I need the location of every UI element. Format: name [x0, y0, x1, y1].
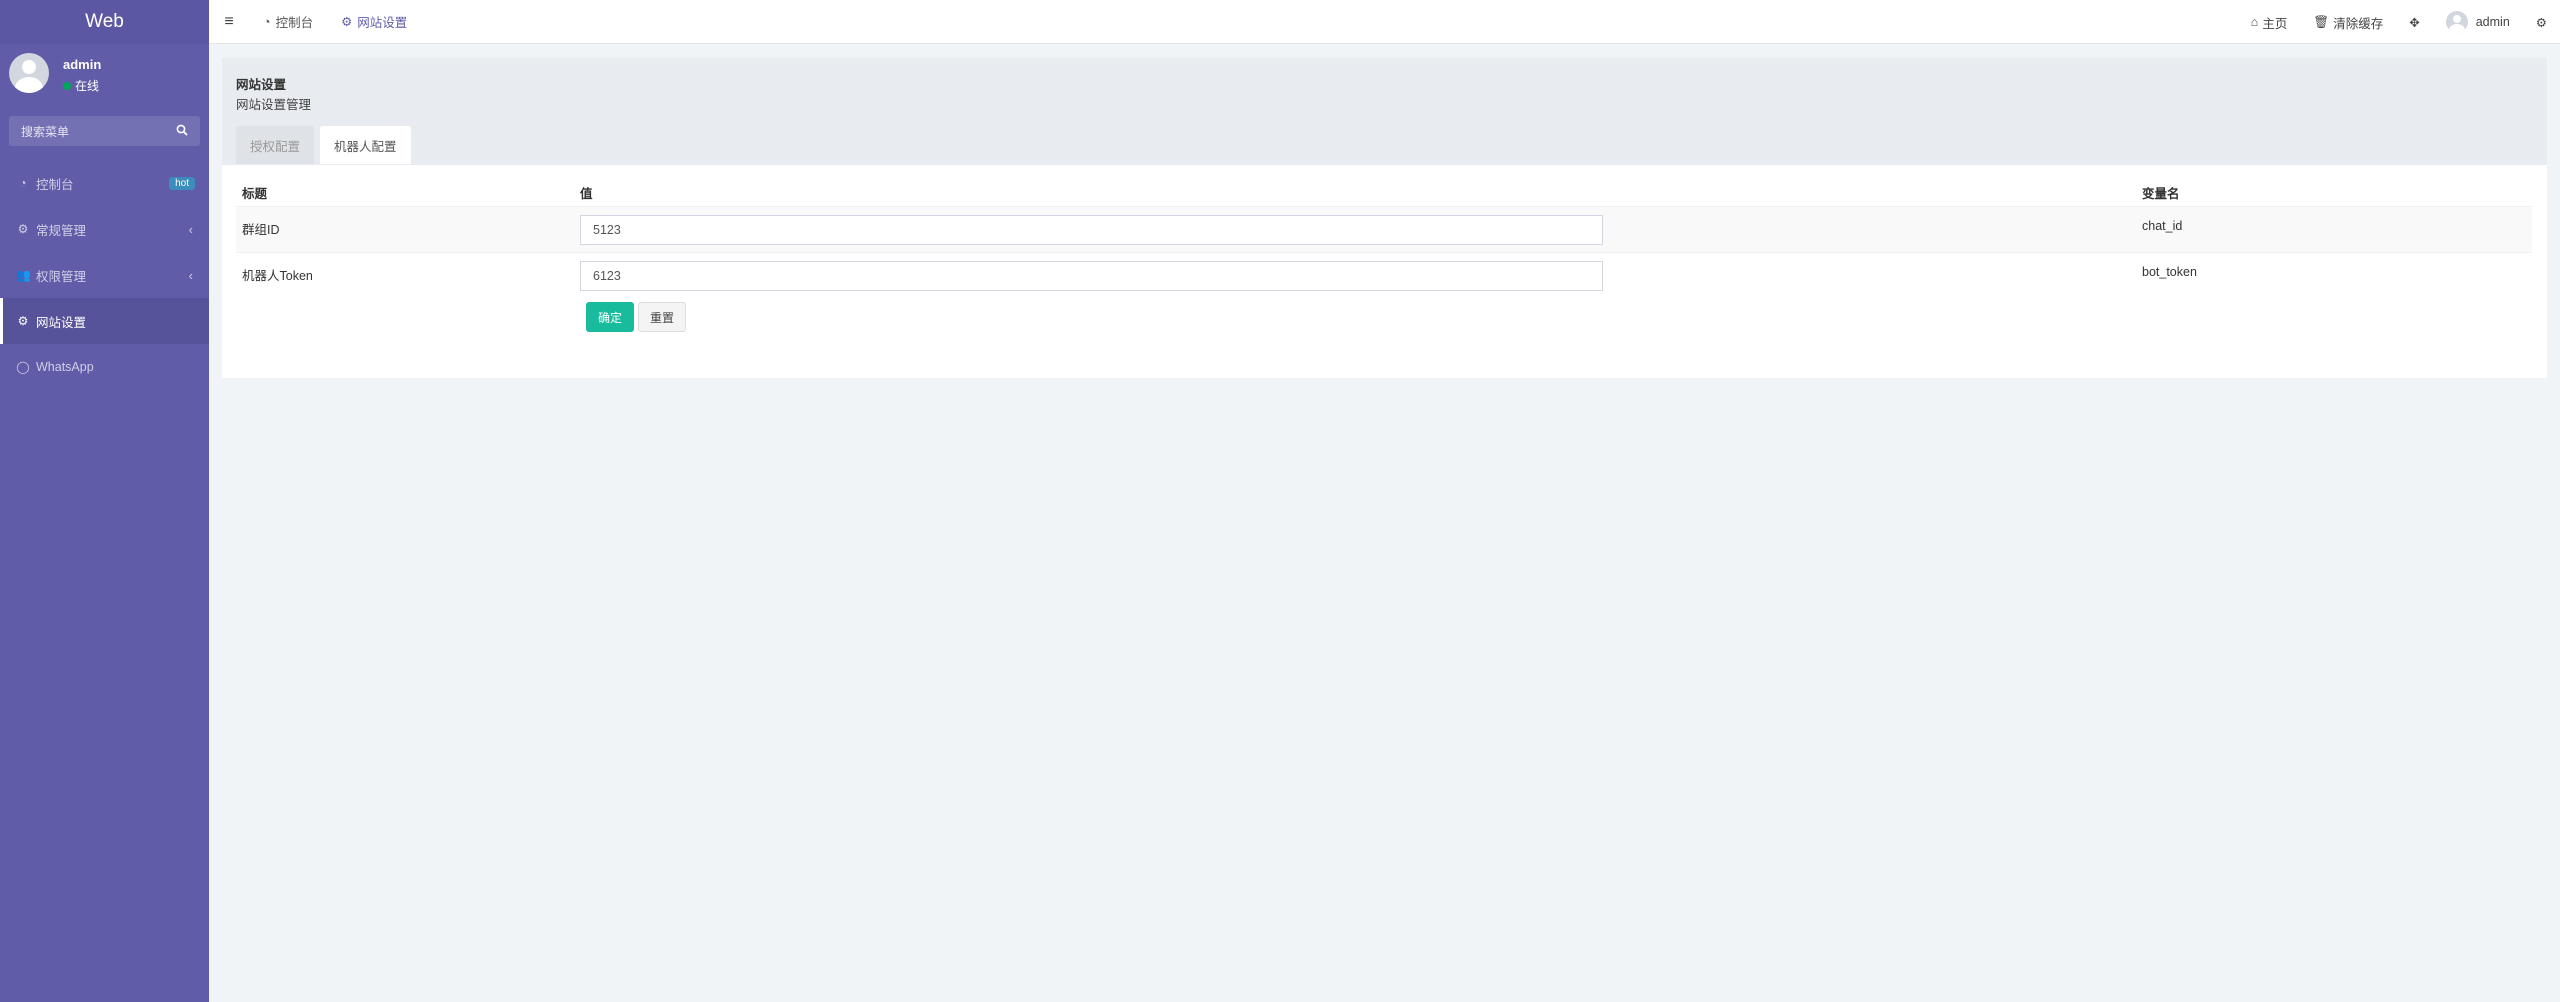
tab-label: 控制台 — [275, 16, 314, 30]
page-subtitle: 网站设置管理 — [236, 98, 312, 112]
tab-dashboard[interactable]: ◔ 控制台 — [249, 0, 327, 44]
panel-header: 网站设置 网站设置管理 授权配置 机器人配置 — [222, 58, 2547, 165]
menu-toggle-icon[interactable]: ≡ — [209, 13, 249, 31]
sidebar-item-permissions[interactable]: 👥 权限管理 ‹ — [0, 252, 209, 298]
row-title: 群组ID — [242, 223, 280, 237]
tab-auth-config[interactable]: 授权配置 — [236, 126, 315, 164]
topbar: ≡ ◔ 控制台 ⚙ 网站设置 ⌂ 主页 🗑 清除缓存 ✥ admin ⚙ — [209, 0, 2560, 44]
main-panel: 网站设置 网站设置管理 授权配置 机器人配置 标题 值 变量名 群组ID 512… — [222, 58, 2547, 378]
sidebar-item-site-settings[interactable]: ⚙ 网站设置 — [0, 298, 209, 344]
row-title: 机器人Token — [242, 269, 313, 283]
user-name: admin — [63, 57, 102, 72]
search-icon[interactable] — [176, 124, 188, 139]
cogs-icon: ⚙ — [341, 15, 353, 29]
logo[interactable]: Web — [0, 0, 209, 44]
config-table: 标题 值 变量名 群组ID 5123 chat_id 机器人Token 6123… — [236, 178, 2532, 332]
sidebar-item-label: 控制台 — [36, 177, 74, 192]
clear-cache-label: 清除缓存 — [2333, 16, 2384, 31]
tab-bot-config[interactable]: 机器人配置 — [320, 126, 411, 164]
user-status-label: 在线 — [75, 79, 100, 93]
table-row: 群组ID 5123 chat_id — [236, 206, 2532, 252]
sidebar-item-label: 常规管理 — [36, 223, 87, 238]
fullscreen-icon[interactable]: ✥ — [2396, 15, 2432, 30]
row-variable: bot_token — [2142, 265, 2197, 279]
tab-label: 网站设置 — [357, 16, 408, 30]
search-placeholder: 搜索菜单 — [21, 124, 70, 139]
row-variable: chat_id — [2142, 219, 2183, 233]
dashboard-icon: ◔ — [263, 14, 271, 29]
dashboard-icon: ◔ — [19, 176, 27, 190]
column-header-value: 值 — [580, 186, 593, 201]
home-link[interactable]: ⌂ 主页 — [2238, 13, 2301, 32]
user-name: admin — [2475, 15, 2510, 29]
submit-button[interactable]: 确定 — [586, 302, 634, 332]
page-title: 网站设置 — [236, 78, 287, 92]
tab-site-settings[interactable]: ⚙ 网站设置 — [327, 0, 421, 44]
cogs-icon: ⚙ — [17, 222, 29, 236]
search-menu-input[interactable]: 搜索菜单 — [9, 116, 200, 146]
sidebar-menu: ◔ 控制台 hot ⚙ 常规管理 ‹ 👥 权限管理 ‹ ⚙ 网站设置 ◯ Wha… — [0, 160, 209, 390]
online-dot-icon — [63, 81, 71, 90]
whatsapp-icon: ◯ — [16, 360, 30, 374]
reset-button[interactable]: 重置 — [638, 302, 686, 332]
sidebar-item-label: 权限管理 — [36, 269, 87, 284]
sidebar: Web admin 在线 搜索菜单 ◔ 控制台 hot ⚙ 常规管理 ‹ 👥 权… — [0, 0, 209, 1002]
home-icon: ⌂ — [2250, 15, 2259, 29]
avatar — [2445, 11, 2468, 33]
avatar — [9, 53, 49, 93]
settings-icon[interactable]: ⚙ — [2523, 15, 2560, 30]
config-tabs: 授权配置 机器人配置 — [236, 126, 417, 164]
cogs-icon: ⚙ — [17, 314, 29, 328]
home-label: 主页 — [2262, 16, 2288, 31]
column-header-variable: 变量名 — [2142, 186, 2180, 201]
trash-icon: 🗑 — [2313, 14, 2330, 29]
chevron-left-icon: ‹ — [188, 221, 193, 237]
user-status: 在线 — [63, 77, 99, 94]
hot-badge: hot — [169, 176, 195, 190]
chat-id-field[interactable]: 5123 — [580, 215, 1603, 245]
topbar-right: ⌂ 主页 🗑 清除缓存 ✥ admin ⚙ — [2238, 0, 2560, 44]
chevron-left-icon: ‹ — [188, 267, 193, 283]
table-header: 标题 值 变量名 — [236, 178, 2532, 206]
users-icon: 👥 — [16, 268, 31, 282]
clear-cache-button[interactable]: 🗑 清除缓存 — [2300, 13, 2396, 32]
sidebar-item-whatsapp[interactable]: ◯ WhatsApp — [0, 344, 209, 390]
user-menu[interactable]: admin — [2433, 11, 2523, 33]
sidebar-item-label: WhatsApp — [36, 360, 94, 374]
sidebar-item-dashboard[interactable]: ◔ 控制台 hot — [0, 160, 209, 206]
sidebar-item-label: 网站设置 — [36, 315, 87, 330]
bot-token-field[interactable]: 6123 — [580, 261, 1603, 291]
form-actions: 确定 重置 — [236, 298, 2532, 332]
user-panel: admin 在线 — [0, 44, 209, 124]
sidebar-item-general[interactable]: ⚙ 常规管理 ‹ — [0, 206, 209, 252]
table-row: 机器人Token 6123 bot_token — [236, 252, 2532, 298]
column-header-title: 标题 — [242, 186, 268, 201]
